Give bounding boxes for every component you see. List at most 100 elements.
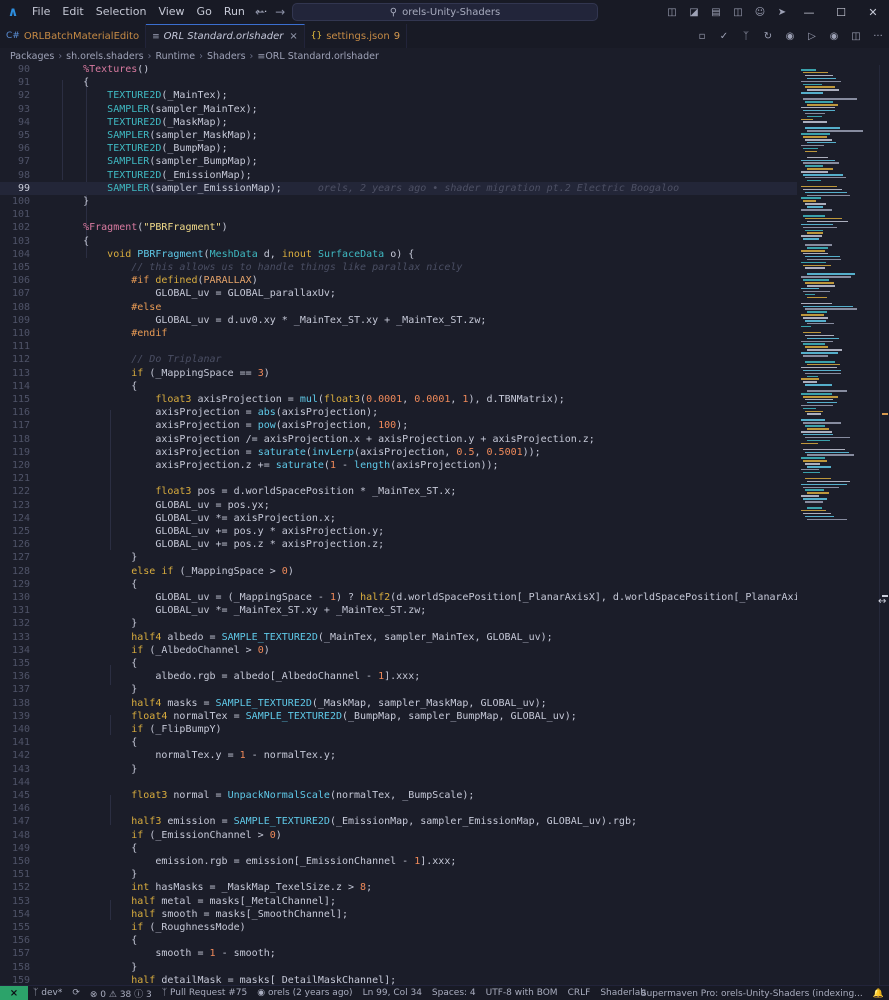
command-center-search[interactable]: ⚲ orels-Unity-Shaders [292,3,598,21]
accounts-icon[interactable]: ☺ [749,7,771,18]
status-bar: ⨯ ᛉ dev* ⟳ ⊗ 0 ⚠ 38 ⓘ 3 ᛉ Pull Request #… [0,985,889,1000]
code-text: albedo.rgb = albedo[_AlbedoChannel - 1].… [59,671,421,683]
code-line: 147 half3 emission = SAMPLE_TEXTURE2D(_E… [0,815,797,828]
layout-panel-icon[interactable]: ◫ [661,7,683,18]
cursor-position[interactable]: Ln 99, Col 34 [358,988,427,998]
minimap-line [801,185,837,188]
minimap-line [807,141,836,144]
minimap-line [805,463,821,465]
line-number: 120 [11,460,30,471]
close-icon[interactable]: ✕ [857,6,889,19]
breadcrumb-item[interactable]: sh.orels.shaders [66,51,143,62]
file-icon: ≡ [152,31,160,42]
minimap-line [807,104,839,106]
minimap-line [805,477,832,480]
git-lens-icon[interactable]: ◉ [823,31,845,42]
code-text: // this allows us to handle things like … [131,262,463,273]
minimap-line [803,238,819,240]
git-blame-status[interactable]: ◉ orels (2 years ago) [252,988,357,998]
back-arrow-icon[interactable]: ← [255,5,265,19]
breadcrumb-item[interactable]: Shaders [207,51,246,62]
code-text: { [59,578,138,590]
line-number: 126 [11,539,30,551]
source-control-icon[interactable]: ᛉ [735,31,757,42]
pull-request-status[interactable]: ᛉ Pull Request #75 [157,988,253,998]
minimap[interactable] [797,65,879,985]
code-line: 93 SAMPLER(sampler_MainTex); [0,103,797,116]
menu-item-run[interactable]: Run [218,0,251,24]
code-line: 151 } [0,868,797,881]
code-text: half4 masks = SAMPLE_TEXTURE2D(_MaskMap,… [131,697,547,709]
code-line: 132 } [0,617,797,630]
encoding-status[interactable]: UTF-8 with BOM [481,988,563,998]
line-number: 125 [11,526,30,537]
minimize-icon[interactable]: — [793,6,825,19]
minimap-line [803,396,838,398]
timeline-icon[interactable]: ◉ [779,31,801,42]
line-number: 111 [11,341,30,353]
code-line: 148 if (_EmissionChannel > 0) [0,829,797,842]
vertical-scrollbar[interactable] [879,65,889,985]
minimap-line [801,314,824,316]
menu-item-edit[interactable]: Edit [56,0,89,24]
toggle-secondary-sidebar-icon[interactable]: ◫ [727,7,749,18]
line-number: 95 [17,130,30,141]
problems-status[interactable]: ⊗ 0 ⚠ 38 ⓘ 3 [85,987,157,1000]
code-line: 137 } [0,683,797,696]
code-text: SAMPLER(sampler_MaskMap); [107,130,258,141]
tab-orl-standard[interactable]: ≡ ORL Standard.orlshader × [146,24,305,48]
menu-item-go[interactable]: Go [191,0,218,24]
code-line: 152 int hasMasks = _MaskMap_TexelSize.z … [0,881,797,894]
line-number: 131 [11,605,30,617]
line-number: 123 [11,499,30,511]
git-compare-icon[interactable]: ↻ [757,31,779,42]
split-editor-icon[interactable]: ◫ [845,31,867,42]
notifications-bell-icon[interactable]: 🔔 [868,989,889,999]
code-line: 92 TEXTURE2D(_MainTex); [0,89,797,102]
code-text: float3 pos = d.worldSpacePosition * _Mai… [155,486,457,498]
code-line: 110 #endif [0,327,797,340]
code-text: if (_AlbedoChannel > 0) [131,644,270,656]
tab-label: settings.json [326,30,390,42]
minimap-line [805,191,847,194]
forward-arrow-icon[interactable]: → [275,5,285,19]
tab-close-icon[interactable]: × [289,31,297,42]
minimap-line [801,325,811,328]
breadcrumb-item[interactable]: ORL Standard.orlshader [265,51,379,62]
toggle-panel-icon[interactable]: ▤ [705,7,727,18]
more-actions-icon[interactable]: ··· [867,31,889,42]
minimap-line [807,179,821,182]
branch-name: dev* [41,988,63,998]
line-number: 134 [11,644,30,656]
tab-settings-json[interactable]: {} settings.json 9 [305,24,408,48]
code-text: GLOBAL_uv = GLOBAL_parallaxUv; [59,288,336,300]
code-line: 127 } [0,551,797,564]
branch-status[interactable]: ᛉ dev* [28,988,67,998]
menu-item-view[interactable]: View [152,0,190,24]
check-icon[interactable]: ✓ [713,31,735,42]
menu-item-file[interactable]: File [26,0,56,24]
minimap-line [803,471,820,474]
breadcrumb-item[interactable]: Runtime [155,51,195,62]
breadcrumb-item[interactable]: Packages [10,51,54,62]
run-icon[interactable]: ▷ [801,31,823,42]
eol-status[interactable]: CRLF [563,988,596,998]
code-line: 142 normalTex.y = 1 - normalTex.y; [0,749,797,762]
tab-label: ORL Standard.orlshader [163,31,284,42]
tab-orlbatchmaterialeditor[interactable]: C# ORLBatchMaterialEdito [0,24,147,48]
indentation-status[interactable]: Spaces: 4 [427,988,481,998]
menu-item-selection[interactable]: Selection [90,0,153,24]
minimap-line [805,86,835,88]
toggle-sidebar-icon[interactable]: ◪ [683,7,705,18]
maximize-icon[interactable]: ☐ [825,6,857,19]
minimap-line [805,372,841,375]
supermaven-status[interactable]: Supermaven Pro: orels-Unity-Shaders (ind… [636,989,868,999]
send-icon[interactable]: ➤ [771,7,793,18]
minimap-line [807,390,847,392]
minimap-line [807,349,842,351]
remote-indicator-icon[interactable]: ⨯ [0,985,28,1000]
pull-request-label: Pull Request #75 [170,988,248,998]
chat-icon[interactable]: ▫ [691,31,713,42]
code-editor[interactable]: 90 %Textures() 91 {92 TEXTURE2D(_MainTex)… [0,65,797,985]
sync-icon[interactable]: ⟳ [67,988,85,998]
